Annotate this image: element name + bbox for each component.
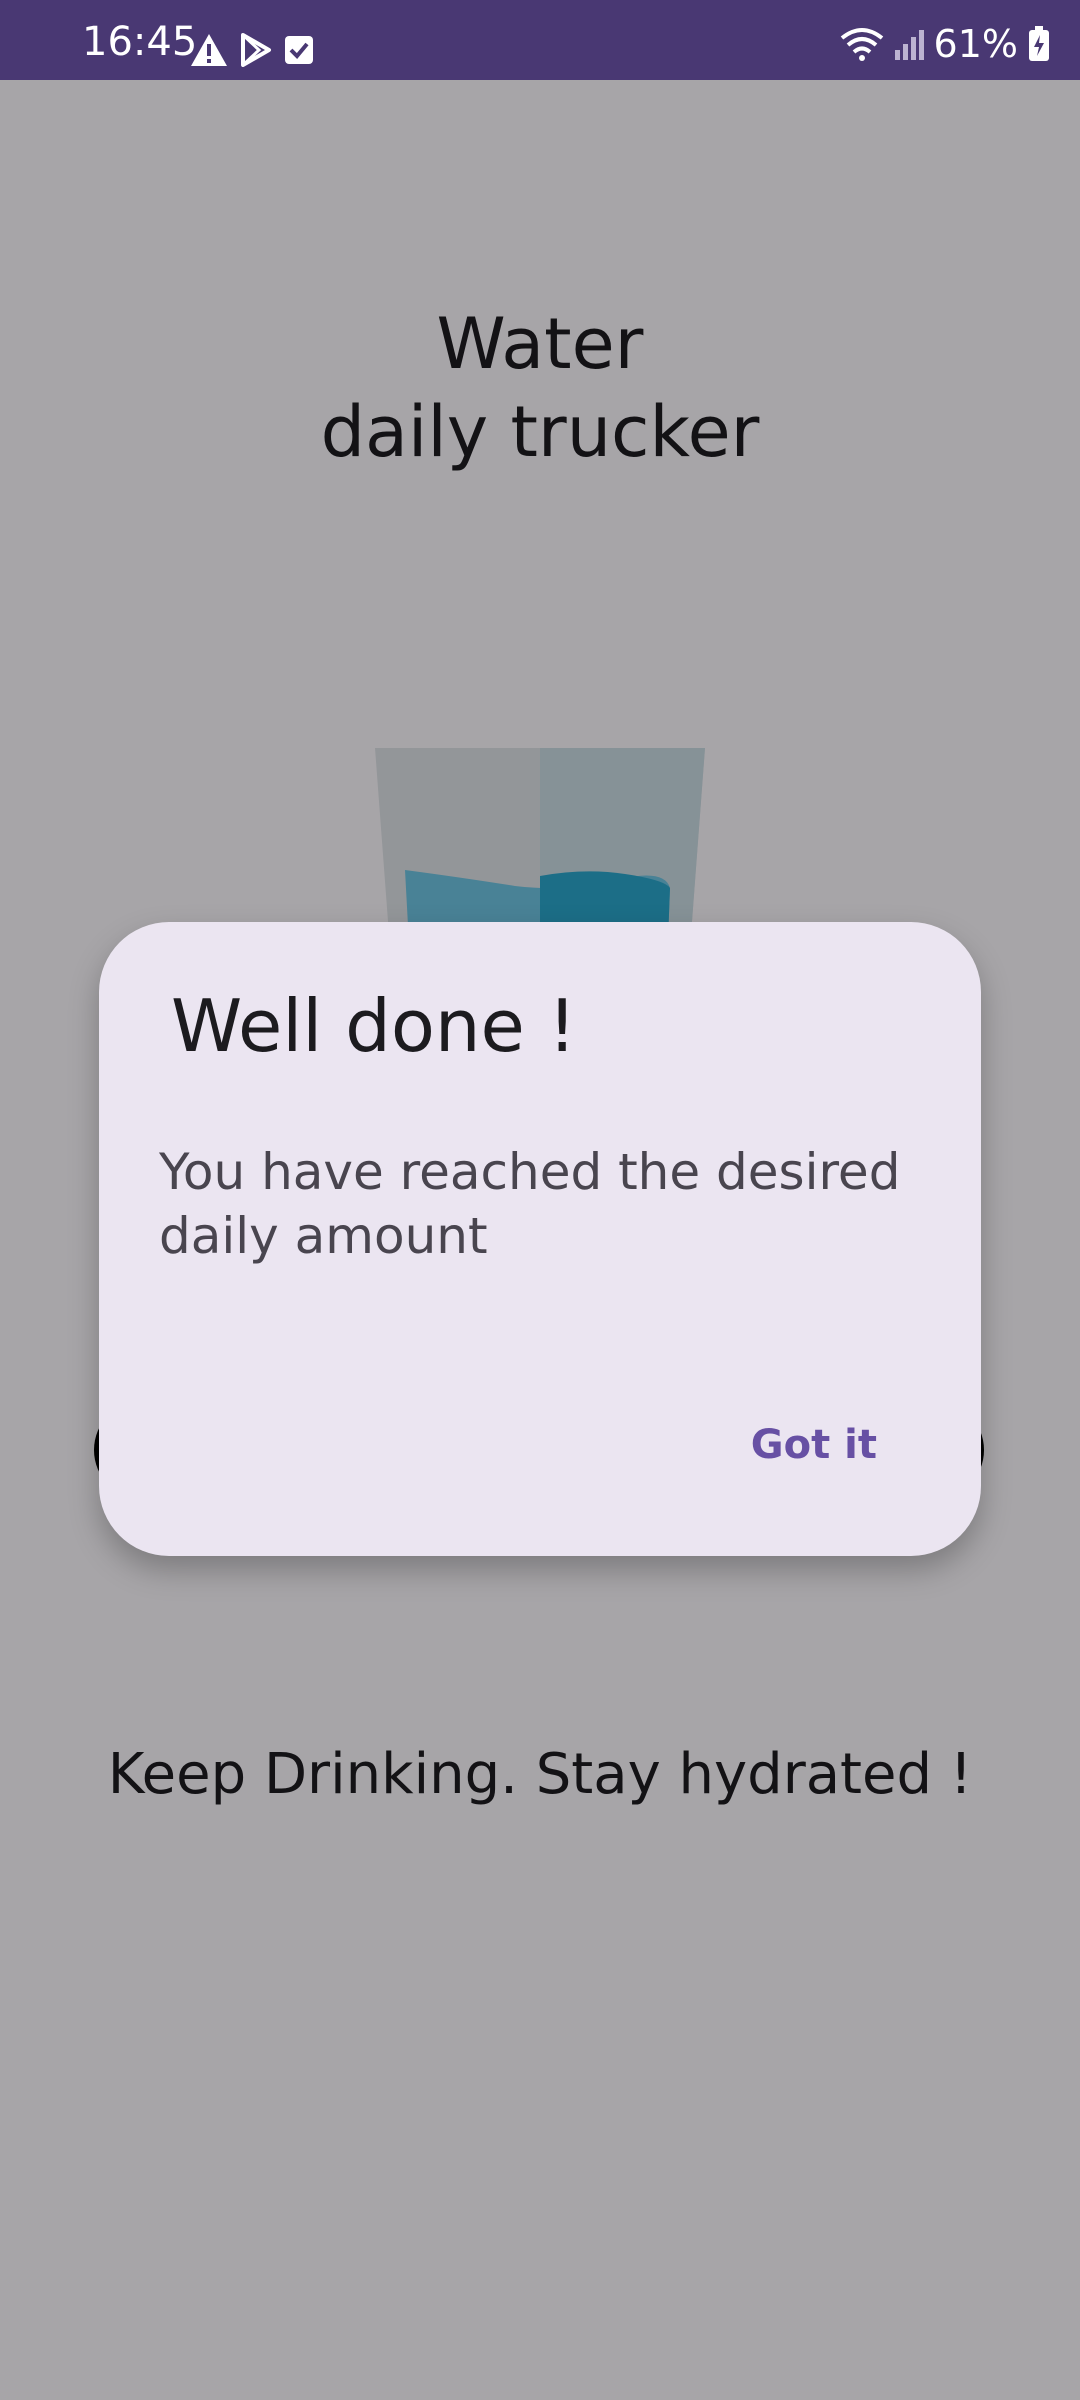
dialog-title: Well done ! [171, 984, 577, 1068]
warning-icon [191, 34, 227, 66]
play-store-icon [241, 33, 271, 67]
notification-icons [190, 30, 314, 70]
wifi-icon [840, 28, 883, 61]
dialog-message: You have reached the desired daily amoun… [159, 1143, 901, 1265]
alert-dialog: Well done ! You have reached the desired… [99, 922, 981, 1556]
battery-icon [1029, 26, 1049, 61]
screen: 16:45 61% Water daily trucker Keep Drink… [0, 0, 1080, 2400]
status-bar: 16:45 61% [0, 0, 1080, 80]
signal-icon [894, 30, 924, 60]
got-it-button[interactable]: Got it [737, 1410, 891, 1480]
status-time: 16:45 [82, 19, 198, 65]
battery-percent: 61% [933, 22, 1018, 66]
checkbox-icon [285, 36, 313, 64]
system-icons: 61% [840, 22, 1050, 66]
